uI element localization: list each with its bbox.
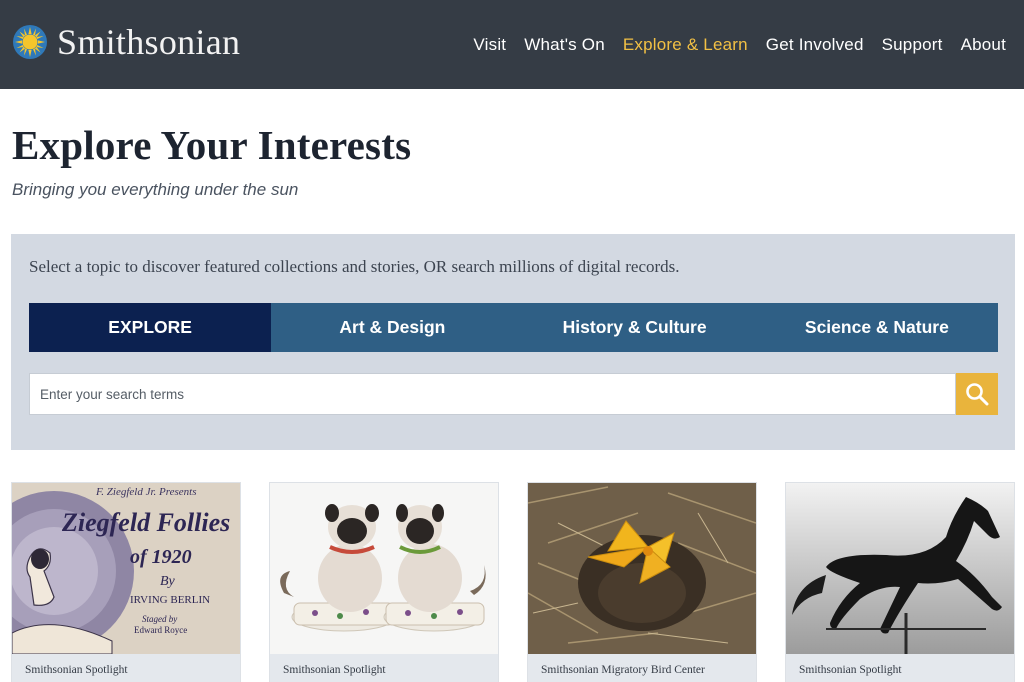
ziegfeld-follies-image: F. Ziegfeld Jr. Presents Ziegfeld Follie… [12, 483, 240, 654]
svg-text:IRVING BERLIN: IRVING BERLIN [130, 594, 210, 606]
baby-birds-nest-image [528, 483, 756, 654]
card-source: Smithsonian Spotlight [283, 664, 386, 676]
nav-item-about[interactable]: About [961, 35, 1006, 55]
featured-card[interactable]: F. Ziegfeld Jr. Presents Ziegfeld Follie… [11, 482, 241, 682]
featured-cards: F. Ziegfeld Jr. Presents Ziegfeld Follie… [11, 482, 1015, 682]
nav-item-support[interactable]: Support [882, 35, 943, 55]
search-row [29, 373, 998, 415]
topic-tabs: EXPLORE Art & Design History & Culture S… [29, 303, 998, 352]
tab-history-culture[interactable]: History & Culture [514, 303, 756, 352]
horse-weathervane-image [786, 483, 1014, 654]
featured-card[interactable]: Smithsonian Spotlight [785, 482, 1015, 682]
panel-instructions: Select a topic to discover featured coll… [29, 257, 680, 276]
card-source: Smithsonian Spotlight [25, 664, 128, 676]
search-input[interactable] [29, 373, 956, 415]
card-meta: Smithsonian Spotlight [12, 654, 240, 682]
svg-text:Staged by: Staged by [142, 614, 177, 624]
main-nav: Visit What's On Explore & Learn Get Invo… [455, 0, 1006, 89]
card-meta: Smithsonian Spotlight [786, 654, 1014, 682]
pug-figurines-image [270, 483, 498, 654]
tab-art-design[interactable]: Art & Design [271, 303, 513, 352]
svg-text:F. Ziegfeld Jr. Presents: F. Ziegfeld Jr. Presents [95, 486, 197, 498]
featured-card[interactable]: Smithsonian Spotlight [269, 482, 499, 682]
logo-text: Smithsonian [57, 22, 241, 62]
nav-item-get-involved[interactable]: Get Involved [766, 35, 864, 55]
sun-icon [13, 25, 47, 59]
tab-science-nature[interactable]: Science & Nature [756, 303, 998, 352]
page-title: Explore Your Interests [12, 122, 412, 168]
search-icon [966, 383, 989, 406]
site-header: Smithsonian Visit What's On Explore & Le… [0, 0, 1024, 89]
smithsonian-logo[interactable]: Smithsonian [12, 22, 240, 62]
nav-item-explore-learn[interactable]: Explore & Learn [623, 35, 748, 55]
page-subtitle: Bringing you everything under the sun [12, 180, 299, 199]
featured-card[interactable]: Smithsonian Migratory Bird Center [527, 482, 757, 682]
explore-search-panel: Select a topic to discover featured coll… [11, 234, 1015, 450]
svg-text:By: By [160, 574, 176, 589]
card-meta: Smithsonian Migratory Bird Center [528, 654, 756, 682]
card-meta: Smithsonian Spotlight [270, 654, 498, 682]
svg-text:of 1920: of 1920 [130, 546, 192, 568]
svg-text:Edward Royce: Edward Royce [134, 625, 187, 635]
nav-item-whats-on[interactable]: What's On [524, 35, 605, 55]
card-source: Smithsonian Migratory Bird Center [541, 664, 705, 676]
nav-item-visit[interactable]: Visit [473, 35, 506, 55]
svg-text:Ziegfeld Follies: Ziegfeld Follies [61, 508, 230, 537]
card-source: Smithsonian Spotlight [799, 664, 902, 676]
search-button[interactable] [956, 373, 998, 415]
tab-explore[interactable]: EXPLORE [29, 303, 272, 352]
